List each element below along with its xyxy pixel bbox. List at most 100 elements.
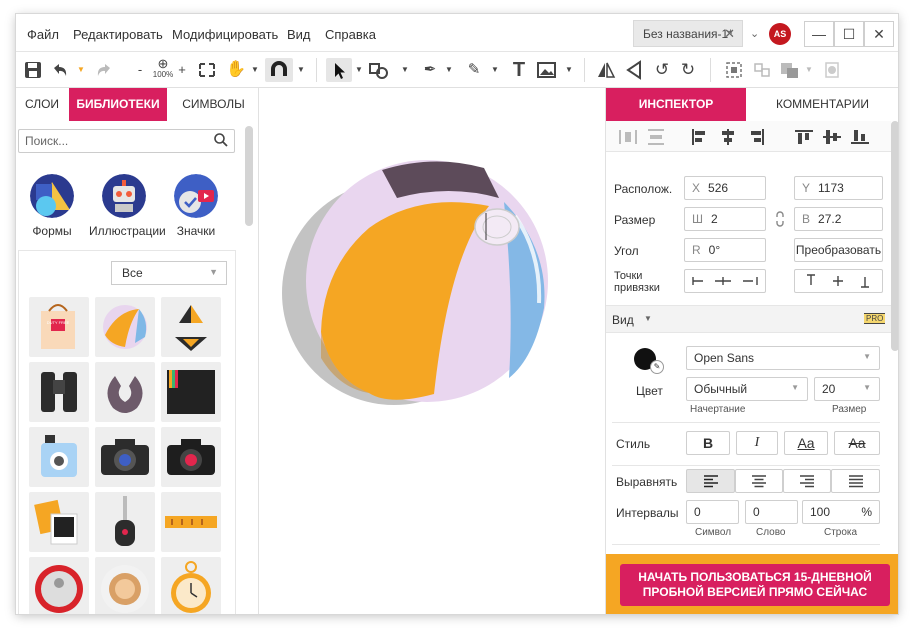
document-tab[interactable]: Без названия-1* ✕ xyxy=(633,20,743,47)
image-chevron-icon[interactable]: ▼ xyxy=(564,58,574,82)
canvas[interactable] xyxy=(259,88,605,614)
library-item-coffee-cup[interactable] xyxy=(95,557,155,614)
flip-vertical-icon[interactable] xyxy=(624,58,644,82)
chevron-down-icon[interactable]: ⌄ xyxy=(750,27,759,40)
zoom-in-button[interactable]: + xyxy=(178,58,186,82)
menu-modify[interactable]: Модифицировать xyxy=(172,27,278,42)
library-item-instant-camera[interactable] xyxy=(29,427,89,487)
shape-tool-icon[interactable] xyxy=(368,58,390,82)
menu-help[interactable]: Справка xyxy=(325,27,376,42)
library-filter-select[interactable]: Все ▼ xyxy=(111,261,227,285)
rotate-right-icon[interactable]: ↻ xyxy=(678,58,698,82)
library-item-can[interactable] xyxy=(29,557,89,614)
view-section-header[interactable]: Вид ▼ PRO xyxy=(606,305,891,333)
angle-field[interactable]: R 0° xyxy=(684,238,766,262)
flip-horizontal-icon[interactable] xyxy=(596,58,616,82)
font-size-select[interactable]: 20 ▼ xyxy=(814,377,880,401)
pen-chevron-icon[interactable]: ▼ xyxy=(444,58,454,82)
close-tab-icon[interactable]: ✕ xyxy=(724,26,735,42)
snap-horizontal-group[interactable] xyxy=(684,269,766,293)
pen-tool-icon[interactable]: ✒ xyxy=(420,58,440,82)
select-chevron-icon[interactable]: ▼ xyxy=(354,58,364,82)
font-family-select[interactable]: Open Sans ▼ xyxy=(686,346,880,370)
text-tool-icon[interactable]: T xyxy=(510,58,528,82)
library-item-dslr-camera-2[interactable] xyxy=(161,427,221,487)
font-style-select[interactable]: Обычный ▼ xyxy=(686,377,808,401)
text-align-left-button[interactable] xyxy=(686,469,735,493)
zoom-out-button[interactable]: - xyxy=(136,58,144,82)
tab-comments[interactable]: КОММЕНТАРИИ xyxy=(746,88,898,121)
arrange-chevron-icon[interactable]: ▼ xyxy=(804,58,814,82)
library-item-neck-pillow[interactable] xyxy=(95,362,155,422)
lock-ratio-icon[interactable] xyxy=(774,210,786,228)
italic-button[interactable]: I xyxy=(736,431,778,455)
menu-edit[interactable]: Редактировать xyxy=(73,27,163,42)
beach-ball-illustration[interactable] xyxy=(259,88,605,614)
text-align-center-button[interactable] xyxy=(735,469,783,493)
y-field[interactable]: Y 1173 xyxy=(794,176,883,200)
start-trial-button[interactable]: НАЧАТЬ ПОЛЬЗОВАТЬСЯ 15-ДНЕВНОЙ ПРОБНОЙ В… xyxy=(620,564,890,606)
align-top-icon[interactable] xyxy=(794,128,814,146)
library-item-duty-free-bag[interactable]: DUTY FREE xyxy=(29,297,89,357)
library-item-binoculars[interactable] xyxy=(29,362,89,422)
align-middle-icon[interactable] xyxy=(822,128,842,146)
snap-chevron-icon[interactable]: ▼ xyxy=(296,58,306,82)
transform-button[interactable]: Преобразовать xyxy=(794,238,883,262)
library-item-beach-ball[interactable] xyxy=(95,297,155,357)
line-spacing-field[interactable]: 100% xyxy=(802,500,880,524)
maximize-button[interactable]: ☐ xyxy=(834,21,864,47)
height-field[interactable]: В 27.2 xyxy=(794,207,883,231)
strikethrough-button[interactable]: Aa xyxy=(834,431,880,455)
menu-view[interactable]: Вид xyxy=(287,27,311,42)
select-tool-icon[interactable] xyxy=(326,58,352,82)
magnet-snap-icon[interactable] xyxy=(265,58,293,82)
left-scrollbar[interactable] xyxy=(245,126,253,226)
library-item-dslr-camera[interactable] xyxy=(95,427,155,487)
zoom-level[interactable]: ⊕ 100% xyxy=(150,57,176,82)
distribute-horizontal-icon[interactable] xyxy=(618,128,638,146)
menu-file[interactable]: Файл xyxy=(27,27,59,42)
search-input[interactable]: Поиск... xyxy=(18,129,235,153)
tab-libraries[interactable]: БИБЛИОТЕКИ xyxy=(69,88,167,121)
image-tool-icon[interactable] xyxy=(536,58,558,82)
align-left-icon[interactable] xyxy=(690,128,710,146)
align-right-icon[interactable] xyxy=(746,128,766,146)
category-badges[interactable]: Значки xyxy=(161,174,231,238)
group-icon[interactable] xyxy=(724,58,744,82)
hand-chevron-icon[interactable]: ▼ xyxy=(250,58,260,82)
undo-icon[interactable] xyxy=(50,58,70,82)
text-align-right-button[interactable] xyxy=(783,469,831,493)
right-scrollbar[interactable] xyxy=(891,121,898,351)
mask-icon[interactable] xyxy=(822,58,842,82)
underline-button[interactable]: Aa xyxy=(784,431,828,455)
library-item-photos[interactable] xyxy=(29,492,89,552)
search-icon[interactable] xyxy=(214,133,228,150)
close-window-button[interactable]: ✕ xyxy=(864,21,894,47)
char-spacing-field[interactable]: 0 xyxy=(686,500,739,524)
rotate-left-icon[interactable]: ↺ xyxy=(652,58,672,82)
pencil-tool-icon[interactable]: ✎ xyxy=(464,58,484,82)
snap-vertical-group[interactable] xyxy=(794,269,883,293)
redo-icon[interactable] xyxy=(94,58,114,82)
category-illustrations[interactable]: Иллюстрации xyxy=(89,174,166,238)
library-item-pocket-watch[interactable] xyxy=(161,557,221,614)
width-field[interactable]: Ш2 xyxy=(684,207,766,231)
undo-history-chevron-icon[interactable]: ▼ xyxy=(76,58,86,82)
avatar[interactable]: AS xyxy=(769,23,791,45)
minimize-button[interactable]: — xyxy=(804,21,834,47)
library-item-bikini[interactable] xyxy=(161,297,221,357)
align-center-icon[interactable] xyxy=(718,128,738,146)
text-justify-button[interactable] xyxy=(831,469,880,493)
tab-layers[interactable]: СЛОИ xyxy=(16,88,68,121)
category-shapes[interactable]: Формы xyxy=(17,174,87,238)
word-spacing-field[interactable]: 0 xyxy=(745,500,798,524)
tab-inspector[interactable]: ИНСПЕКТОР xyxy=(606,88,746,121)
library-item-car-key[interactable] xyxy=(95,492,155,552)
tab-symbols[interactable]: СИМВОЛЫ xyxy=(168,88,259,121)
pencil-chevron-icon[interactable]: ▼ xyxy=(490,58,500,82)
fit-screen-icon[interactable] xyxy=(198,58,216,82)
distribute-vertical-icon[interactable] xyxy=(646,128,666,146)
arrange-icon[interactable] xyxy=(778,58,802,82)
library-item-ruler[interactable] xyxy=(161,492,221,552)
x-field[interactable]: X 526 xyxy=(684,176,766,200)
